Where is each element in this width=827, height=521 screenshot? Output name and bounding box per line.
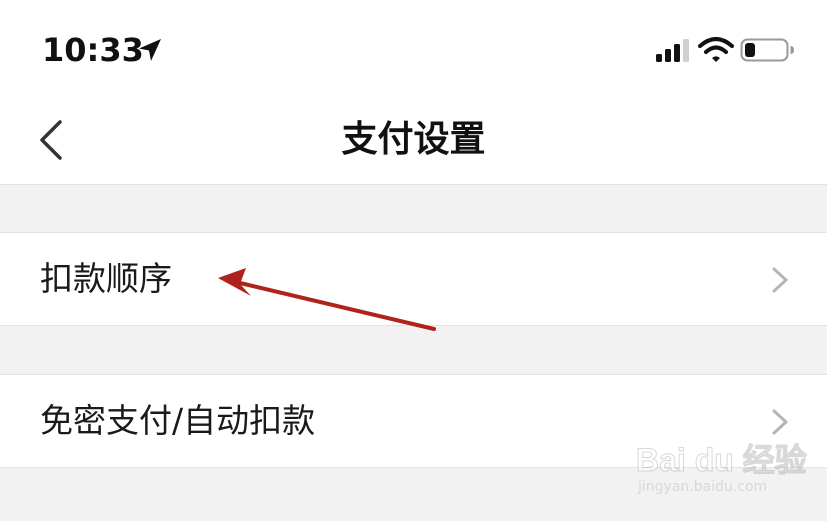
location-arrow-icon — [139, 39, 161, 61]
wifi-icon — [698, 37, 734, 62]
phone-screen: 10:33 支付设置 扣款顺序 免密支付/自动扣款 Bai du 经验 jing… — [0, 0, 827, 521]
status-time: 10:33 — [42, 31, 144, 69]
baidu-jingyan-watermark: Bai du 经验 jingyan.baidu.com — [632, 440, 822, 500]
signal-icon — [656, 39, 689, 62]
watermark-site: jingyan.baidu.com — [638, 479, 768, 495]
settings-row-label: 扣款顺序 — [40, 259, 172, 298]
top-bar: 10:33 支付设置 — [0, 0, 827, 184]
battery-icon — [740, 38, 794, 62]
header-divider — [0, 184, 827, 185]
row-divider-bottom — [0, 325, 827, 326]
chevron-right-icon — [772, 267, 788, 293]
chevron-right-icon — [772, 409, 788, 435]
page-title: 支付设置 — [341, 119, 486, 160]
settings-row-label: 免密支付/自动扣款 — [40, 401, 316, 440]
settings-row-deduction-order[interactable]: 扣款顺序 — [0, 233, 827, 325]
watermark-brand: Bai du 经验 — [636, 442, 808, 479]
